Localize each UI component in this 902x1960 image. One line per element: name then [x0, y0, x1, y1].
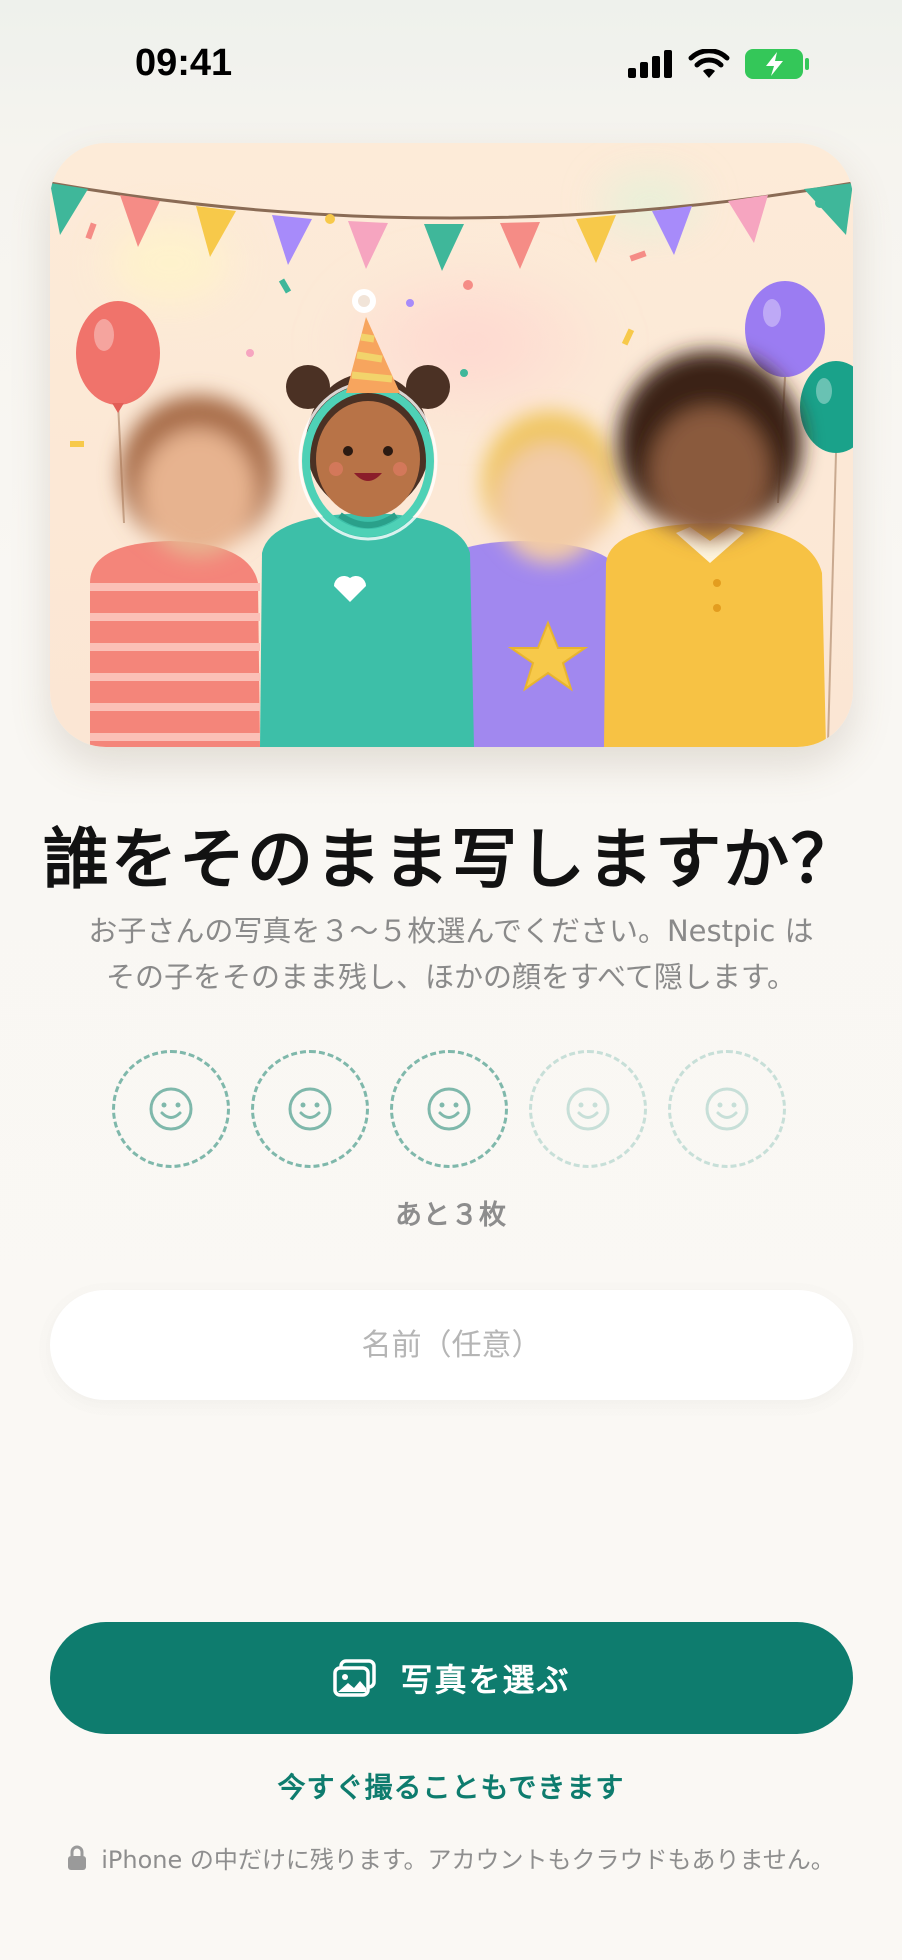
photo-slot-1[interactable] [112, 1050, 230, 1168]
lock-icon [68, 1845, 87, 1870]
smiley-icon [705, 1087, 749, 1131]
status-time: 09:41 [135, 42, 233, 84]
choose-photos-button[interactable]: 写真を選ぶ [50, 1622, 853, 1734]
battery-charging-icon [745, 49, 809, 79]
name-input[interactable] [50, 1290, 853, 1400]
smiley-icon [288, 1087, 332, 1131]
smiley-icon [427, 1087, 471, 1131]
status-bar: 09:41 [0, 0, 902, 130]
hero-illustration [50, 143, 853, 747]
photo-slot-4[interactable] [529, 1050, 647, 1168]
smiley-icon [566, 1087, 610, 1131]
photos-icon [333, 1659, 377, 1697]
take-photo-now-link[interactable]: 今すぐ撮ることもできます [0, 1766, 902, 1806]
photo-slots [112, 1050, 792, 1170]
photo-slot-3[interactable] [390, 1050, 508, 1168]
subtitle-line-1: お子さんの写真を３〜５枚選んでください。Nestpic は [88, 914, 814, 948]
page-subtitle: お子さんの写真を３〜５枚選んでください。Nestpic は その子をそのまま残し… [40, 908, 862, 1000]
page-title: 誰をそのまま写しますか？ [43, 821, 859, 898]
photos-remaining-count: あと３枚 [395, 1200, 507, 1231]
photo-slot-5[interactable] [668, 1050, 786, 1168]
status-icons [628, 48, 810, 80]
photo-slot-2[interactable] [251, 1050, 369, 1168]
smiley-icon [149, 1087, 193, 1131]
privacy-note: iPhone の中だけに残ります。アカウントもクラウドもありません。 [0, 1840, 902, 1875]
cellular-signal-icon [628, 50, 672, 78]
privacy-note-text: iPhone の中だけに残ります。アカウントもクラウドもありません。 [101, 1846, 835, 1874]
choose-photos-label: 写真を選ぶ [400, 1661, 571, 1699]
subtitle-line-2: その子をそのまま残し、ほかの顔をすべて隠します。 [106, 960, 796, 994]
child-blurred-4 [604, 351, 826, 747]
wifi-icon [688, 49, 730, 78]
